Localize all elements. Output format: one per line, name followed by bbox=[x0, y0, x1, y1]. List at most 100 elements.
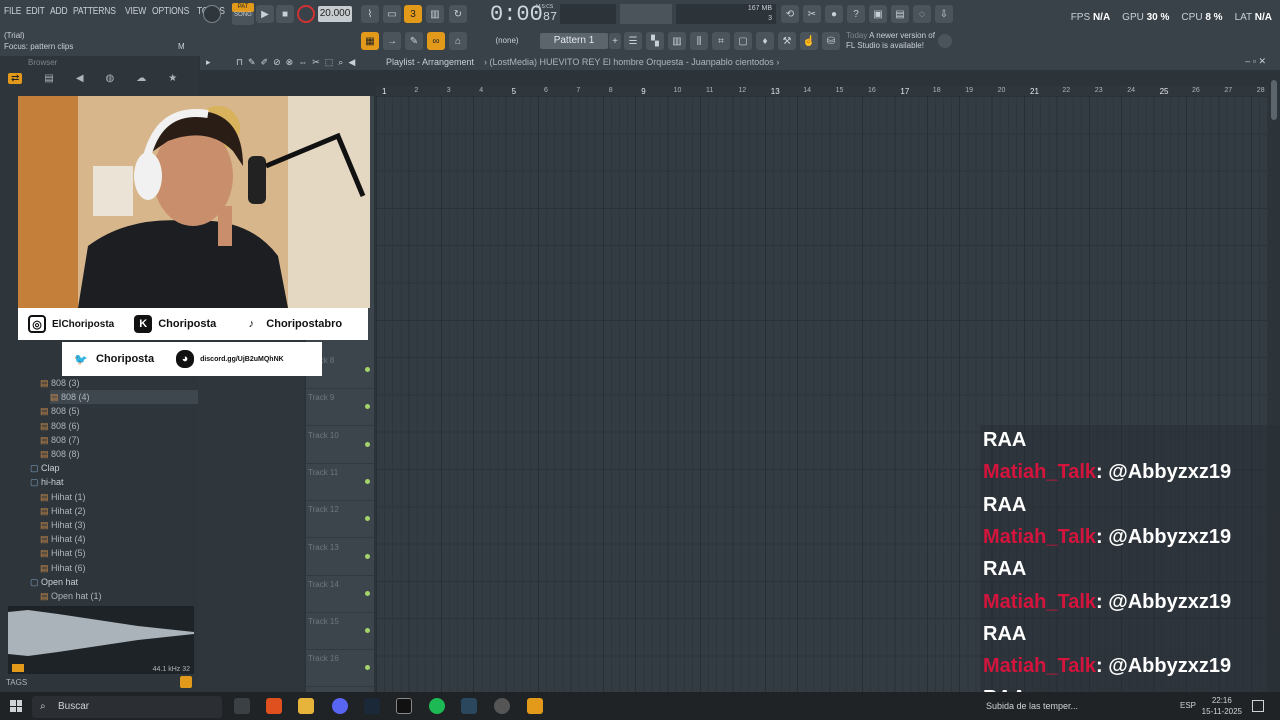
menu-item[interactable]: VIEW bbox=[125, 6, 146, 17]
language-indicator[interactable]: ESP bbox=[1180, 701, 1196, 710]
task-view-icon[interactable] bbox=[234, 698, 250, 714]
browser-file[interactable]: ▤ Hihat (5) bbox=[40, 546, 198, 560]
track-led-icon[interactable] bbox=[365, 478, 370, 484]
browser-file[interactable]: ▤ Hihat (4) bbox=[40, 532, 198, 546]
channel-rack-icon[interactable]: ▥ bbox=[668, 32, 686, 50]
app-icon[interactable] bbox=[494, 698, 510, 714]
browser-files-icon[interactable]: ▤ bbox=[44, 73, 53, 84]
steam-2-icon[interactable] bbox=[461, 698, 477, 714]
browser-folder[interactable]: ▢ hi-hat bbox=[30, 475, 198, 489]
playlist-icon[interactable]: ☰ bbox=[624, 32, 642, 50]
slip-icon[interactable]: ⇔ bbox=[298, 57, 307, 68]
plugin-icon[interactable]: ♦ bbox=[756, 32, 774, 50]
window-controls[interactable]: – ▫ ✕ bbox=[1245, 56, 1266, 67]
mute-icon[interactable]: ⊗ bbox=[286, 57, 294, 68]
menu-item[interactable]: FILE bbox=[4, 6, 21, 17]
pencil-icon[interactable]: ✎ bbox=[405, 32, 423, 50]
track-led-icon[interactable] bbox=[365, 553, 370, 559]
snap-icon[interactable]: ▦ bbox=[361, 32, 379, 50]
tools-icon[interactable]: ⚒ bbox=[778, 32, 796, 50]
browser-folder[interactable]: ▢ Clap bbox=[30, 461, 198, 475]
track-header[interactable]: Track 10 bbox=[306, 427, 374, 464]
select-icon[interactable]: ⬚ bbox=[325, 57, 334, 68]
pattern-none-selector[interactable]: (none) bbox=[484, 33, 530, 49]
start-windows-icon[interactable] bbox=[10, 700, 22, 712]
scrollbar-thumb[interactable] bbox=[1271, 80, 1277, 120]
track-header[interactable]: Track 11 bbox=[306, 464, 374, 501]
magnet-icon[interactable]: ⊓ bbox=[236, 57, 243, 68]
stop-button[interactable]: ■ bbox=[276, 5, 294, 23]
menu-item[interactable]: ADD bbox=[50, 6, 68, 17]
mic-icon[interactable]: ● bbox=[825, 5, 843, 23]
store-icon[interactable]: ⛁ bbox=[822, 32, 840, 50]
zoom-icon[interactable]: ⌕ bbox=[338, 57, 343, 68]
stamp-icon[interactable]: ⌂ bbox=[449, 32, 467, 50]
menu-item[interactable]: EDIT bbox=[26, 6, 45, 17]
news-icon[interactable] bbox=[938, 34, 952, 48]
mixer-icon[interactable]: ▤ bbox=[891, 5, 909, 23]
draw-icon[interactable]: ✎ bbox=[248, 57, 256, 68]
paint-icon[interactable]: ✐ bbox=[261, 57, 269, 68]
metronome-knob-icon[interactable] bbox=[203, 5, 221, 23]
track-led-icon[interactable] bbox=[365, 516, 370, 522]
tempo-display[interactable]: 20.000 bbox=[318, 6, 352, 22]
cut-icon[interactable]: ✂ bbox=[803, 5, 821, 23]
fl-studio-icon[interactable] bbox=[527, 698, 543, 714]
browser-file[interactable]: ▤ Hihat (3) bbox=[40, 518, 198, 532]
browser-file[interactable]: ▤ Hihat (2) bbox=[40, 504, 198, 518]
step-edit-icon[interactable]: ▭ bbox=[383, 5, 401, 23]
menu-item[interactable]: OPTIONS bbox=[152, 6, 189, 17]
pat-song-toggle[interactable]: PAT SONG bbox=[232, 3, 254, 25]
arrow-right-icon[interactable]: → bbox=[383, 32, 401, 50]
browser-file[interactable]: ▤ Hihat (1) bbox=[40, 490, 198, 504]
blend-notes-icon[interactable]: ▥ bbox=[426, 5, 444, 23]
loop-record-icon[interactable]: ↻ bbox=[449, 5, 467, 23]
piano-roll-icon[interactable]: ▚ bbox=[646, 32, 664, 50]
track-header[interactable]: Track 13 bbox=[306, 539, 374, 576]
undo-history-icon[interactable]: ⟲ bbox=[781, 5, 799, 23]
sample-waveform-preview[interactable]: 44.1 kHz 32 bbox=[8, 606, 194, 674]
track-header[interactable]: Track 9 bbox=[306, 389, 374, 427]
delete-icon[interactable]: ⊘ bbox=[273, 57, 281, 68]
save-icon[interactable]: ▣ bbox=[869, 5, 887, 23]
track-header[interactable]: Track 14 bbox=[306, 576, 374, 613]
steam-icon[interactable] bbox=[364, 698, 380, 714]
browser-folder[interactable]: ▢ Open hat bbox=[30, 575, 198, 589]
link-icon[interactable]: ∞ bbox=[427, 32, 445, 50]
browser-file[interactable]: ▤ 808 (6) bbox=[40, 419, 198, 433]
add-pattern-icon[interactable]: + bbox=[609, 33, 621, 49]
play-button[interactable]: ▶ bbox=[256, 5, 274, 23]
browser-file[interactable]: ▤ Open hat (1) bbox=[40, 589, 198, 603]
browser-speaker-icon[interactable]: ◀ bbox=[76, 73, 84, 84]
track-led-icon[interactable] bbox=[365, 665, 370, 671]
browser-star-icon[interactable]: ★ bbox=[168, 73, 177, 84]
taskbar-search[interactable]: ⌕ Buscar bbox=[32, 696, 222, 718]
master-volume-slider[interactable] bbox=[620, 4, 672, 24]
playlist-collapse-icon[interactable]: ▸ bbox=[206, 57, 211, 68]
slice-icon[interactable]: ✂ bbox=[312, 57, 320, 68]
track-led-icon[interactable] bbox=[365, 404, 370, 410]
taskbar-clock[interactable]: 22:16 15-11-2025 bbox=[1202, 695, 1242, 717]
chat-icon[interactable]: ◌ bbox=[913, 5, 931, 23]
track-header[interactable]: Track 15 bbox=[306, 613, 374, 651]
track-led-icon[interactable] bbox=[365, 628, 370, 634]
browser-file[interactable]: ▤ Hihat (6) bbox=[40, 561, 198, 575]
track-header[interactable]: Track 16 bbox=[306, 650, 374, 688]
mixer-view-icon[interactable]: ⫼ bbox=[690, 32, 708, 50]
track-led-icon[interactable] bbox=[365, 441, 370, 447]
browser-file[interactable]: ▤ 808 (3) bbox=[40, 376, 198, 390]
track-led-icon[interactable] bbox=[365, 590, 370, 596]
playback-icon[interactable]: ◀ bbox=[348, 57, 355, 68]
countdown-icon[interactable]: 3 bbox=[404, 5, 422, 23]
track-led-icon[interactable] bbox=[365, 367, 370, 372]
download-icon[interactable]: ⇩ bbox=[935, 5, 953, 23]
project-icon[interactable]: ▢ bbox=[734, 32, 752, 50]
browser-cloud-icon[interactable]: ☁ bbox=[136, 73, 146, 84]
menu-item[interactable]: PATTERNS bbox=[73, 6, 116, 17]
spotify-icon[interactable] bbox=[429, 698, 445, 714]
obs-icon[interactable] bbox=[396, 698, 412, 714]
track-header[interactable]: Track 12 bbox=[306, 501, 374, 539]
record-button[interactable] bbox=[297, 5, 315, 23]
tags-bar[interactable]: TAGS bbox=[6, 676, 194, 690]
browser-file[interactable]: ▤ 808 (7) bbox=[40, 433, 198, 447]
